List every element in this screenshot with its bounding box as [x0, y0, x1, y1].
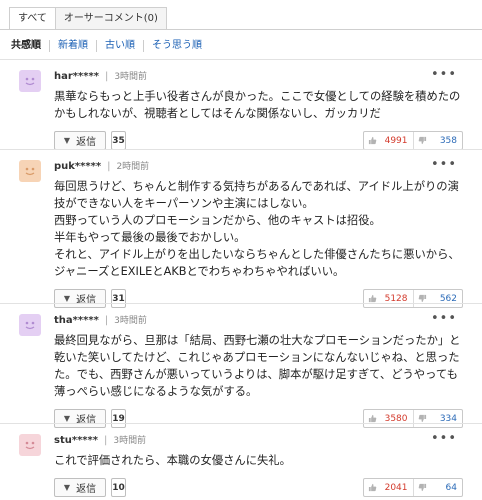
timestamp: 2時間前 [116, 162, 150, 172]
comment-meta: stu***** | 3時間前 [54, 435, 146, 447]
meta-separator: | [104, 71, 109, 82]
vote-buttons: 4991 358 [363, 131, 463, 150]
avatar [19, 160, 41, 182]
disagree-count: 64 [445, 482, 457, 493]
comment-text-line: 西野っていう人のプロモーションだから、他のキャストは招役。 [54, 214, 381, 227]
sort-options: 共感順 新着順 古い順 そう思う順 [11, 40, 210, 52]
comment-text-line: それと、アイドル上がりを出したいならちゃんとした俳優さんたちに悪いから、 [54, 248, 460, 261]
comment-text-line: 黒華ならもっと上手い役者さんが良かった。ここで女優としての経験を積めたの [54, 90, 461, 103]
username[interactable]: puk***** [54, 161, 101, 172]
comment-text-line: 薄っぺらい感じになるような気がする。 [54, 385, 258, 398]
thumbs-down-icon [418, 294, 426, 303]
timestamp: 3時間前 [113, 436, 147, 446]
thumbs-down-icon [418, 483, 426, 492]
agree-count: 4991 [384, 135, 408, 146]
disagree-count: 358 [439, 135, 457, 146]
meta-separator: | [104, 435, 108, 446]
avatar [19, 314, 41, 336]
reply-button[interactable]: ▼ 返信 [54, 478, 106, 497]
comment-body: 最終回見ながら、旦那は「結局、西野七瀬の壮大なプロモーションだったか」と 乾いた笑… [54, 332, 468, 400]
timestamp: 3時間前 [114, 72, 148, 82]
more-options-icon[interactable]: ••• [431, 158, 457, 171]
comment-item: tha***** | 3時間前 ••• 最終回見ながら、旦那は「結局、西野七瀬の壮大なプ… [0, 303, 482, 428]
comment-text-line: 最終回見ながら、旦那は「結局、西野七瀬の壮大なプロモーションだったか」と [54, 334, 461, 347]
sort-agree[interactable]: そう思う順 [143, 40, 210, 52]
meta-separator: | [107, 161, 111, 172]
meta-separator: | [104, 315, 109, 326]
caret-down-icon: ▼ [63, 136, 71, 145]
thumbs-up-icon [368, 414, 377, 423]
comment-tabs: すべて オーサーコメント(0) [9, 7, 167, 30]
reply-button[interactable]: ▼ 返信 [54, 131, 106, 150]
comment-meta: har***** | 3時間前 [54, 71, 147, 83]
sort-empathy[interactable]: 共感順 [11, 40, 49, 52]
agree-count: 5128 [384, 293, 408, 304]
comment-body: 毎回思うけど、ちゃんと制作する気持ちがあるんであれば、アイドル上がりの演 技ができ… [54, 178, 468, 280]
face-icon [25, 321, 35, 330]
vote-buttons: 2041 64 [363, 478, 463, 497]
comment-item: stu***** | 3時間前 ••• これで評価されたら、本職の女優さんに失礼。 ▼ 返信… [0, 423, 482, 500]
agree-count: 2041 [384, 482, 408, 493]
comment-text-line: かもしれないが、視聴者としてはそんな関係ないし、ガッカリだ [54, 107, 381, 120]
disagree-button[interactable]: 64 [412, 479, 463, 496]
tab-all[interactable]: すべて [9, 7, 56, 30]
comment-text-line: 乾いた笑いしてたけど、これじゃあプロモーションになんないじゃね、と思った [54, 351, 460, 364]
comment-text-line: これで評価されたら、本職の女優さんに失礼。 [54, 454, 291, 467]
reply-count-badge: 35 [111, 131, 126, 150]
thumbs-down-icon [418, 136, 426, 145]
timestamp: 3時間前 [114, 316, 147, 326]
more-options-icon[interactable]: ••• [431, 68, 457, 81]
avatar [19, 434, 41, 456]
tabs-divider [0, 29, 482, 30]
username[interactable]: tha***** [54, 315, 99, 326]
agree-count: 3580 [384, 413, 408, 424]
thumbs-up-icon [368, 136, 377, 145]
comment-body: これで評価されたら、本職の女優さんに失礼。 [54, 452, 468, 469]
username[interactable]: har***** [54, 71, 99, 82]
comment-text-line: 毎回思うけど、ちゃんと制作する気持ちがあるんであれば、アイドル上がりの演 [54, 180, 459, 193]
reply-label: 返信 [76, 137, 97, 148]
comment-text-line: 半年もやって最後の最後でおかしい。 [54, 231, 246, 244]
agree-button[interactable]: 4991 [364, 132, 413, 149]
username[interactable]: stu***** [54, 435, 98, 446]
caret-down-icon: ▼ [63, 294, 71, 303]
thumbs-down-icon [418, 414, 426, 423]
caret-down-icon: ▼ [63, 483, 71, 492]
reply-count-badge: 10 [111, 478, 126, 497]
comment-text-line: た。でも、西野さんが悪いっていうよりは、脚本が駆け足すぎて、どうやっても [54, 368, 458, 381]
comment-meta: tha***** | 3時間前 [54, 315, 147, 327]
agree-button[interactable]: 2041 [364, 479, 413, 496]
reply-label: 返信 [76, 484, 97, 495]
comment-text-line: ジャニーズとEXILEとAKBとでわちゃわちゃやればいい。 [54, 265, 345, 278]
comment-item: har***** | 3時間前 ••• 黒華ならもっと上手い役者さんが良かった。ここで女… [0, 59, 482, 150]
caret-down-icon: ▼ [63, 414, 71, 423]
disagree-count: 562 [439, 293, 457, 304]
face-icon [25, 167, 35, 176]
more-options-icon[interactable]: ••• [431, 312, 457, 325]
thumbs-up-icon [368, 294, 377, 303]
sort-oldest[interactable]: 古い順 [96, 40, 143, 52]
sort-newest[interactable]: 新着順 [49, 40, 96, 52]
comment-body: 黒華ならもっと上手い役者さんが良かった。ここで女優としての経験を積めたの かもしれ… [54, 88, 468, 122]
face-icon [25, 441, 35, 450]
avatar [19, 70, 41, 92]
tab-author-comments[interactable]: オーサーコメント(0) [55, 7, 167, 30]
comment-item: puk***** | 2時間前 ••• 毎回思うけど、ちゃんと制作する気持ちがあるんであ… [0, 149, 482, 308]
thumbs-up-icon [368, 483, 377, 492]
comment-text-line: 技ができない人をキーパーソンや主演にはしない。 [54, 197, 314, 210]
disagree-button[interactable]: 358 [412, 132, 463, 149]
face-icon [25, 77, 35, 86]
comment-meta: puk***** | 2時間前 [54, 161, 149, 173]
more-options-icon[interactable]: ••• [431, 432, 457, 445]
disagree-count: 334 [439, 413, 457, 424]
